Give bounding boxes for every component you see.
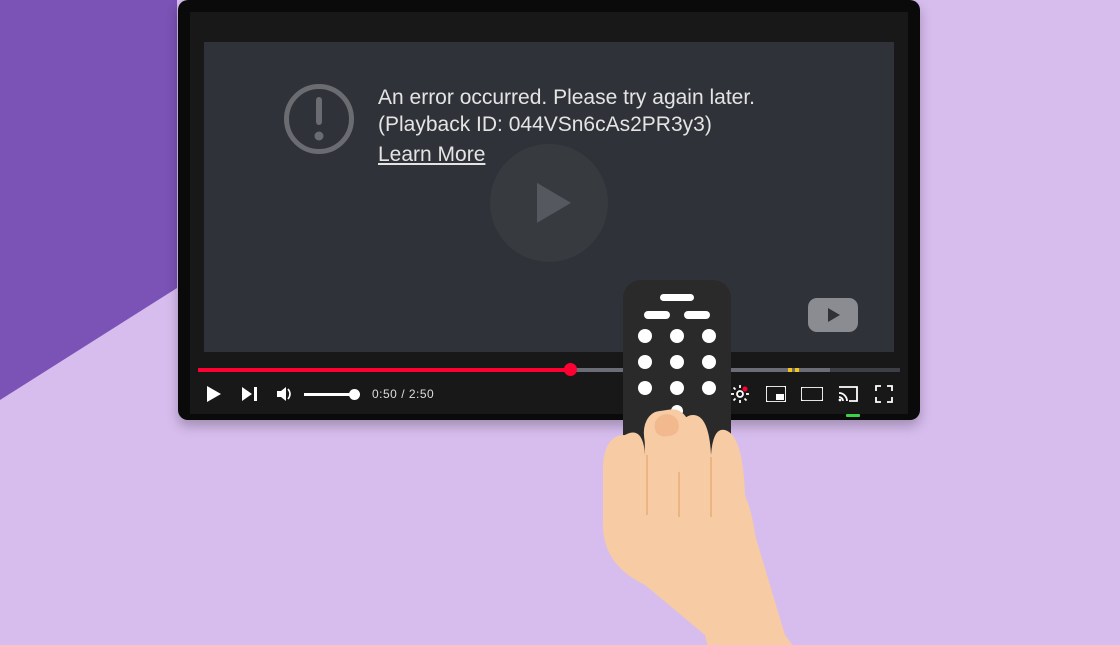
tv-power-led [846,414,860,417]
error-line2: (Playback ID: 044VSn6cAs2PR3y3) [378,111,755,138]
error-line1: An error occurred. Please try again late… [378,84,755,111]
time-display: 0:50 / 2:50 [372,387,434,401]
learn-more-link[interactable]: Learn More [378,141,485,168]
next-button[interactable] [232,376,268,412]
cast-button[interactable] [830,376,866,412]
volume-slider[interactable] [304,393,356,396]
background-accent [0,0,177,400]
hand-with-remote [555,280,815,640]
progress-played [198,368,570,372]
big-play-button[interactable] [490,144,608,262]
youtube-logo-badge[interactable] [808,298,858,332]
fullscreen-button[interactable] [866,376,902,412]
volume-button[interactable] [268,376,304,412]
error-icon [284,84,354,154]
play-button[interactable] [196,376,232,412]
